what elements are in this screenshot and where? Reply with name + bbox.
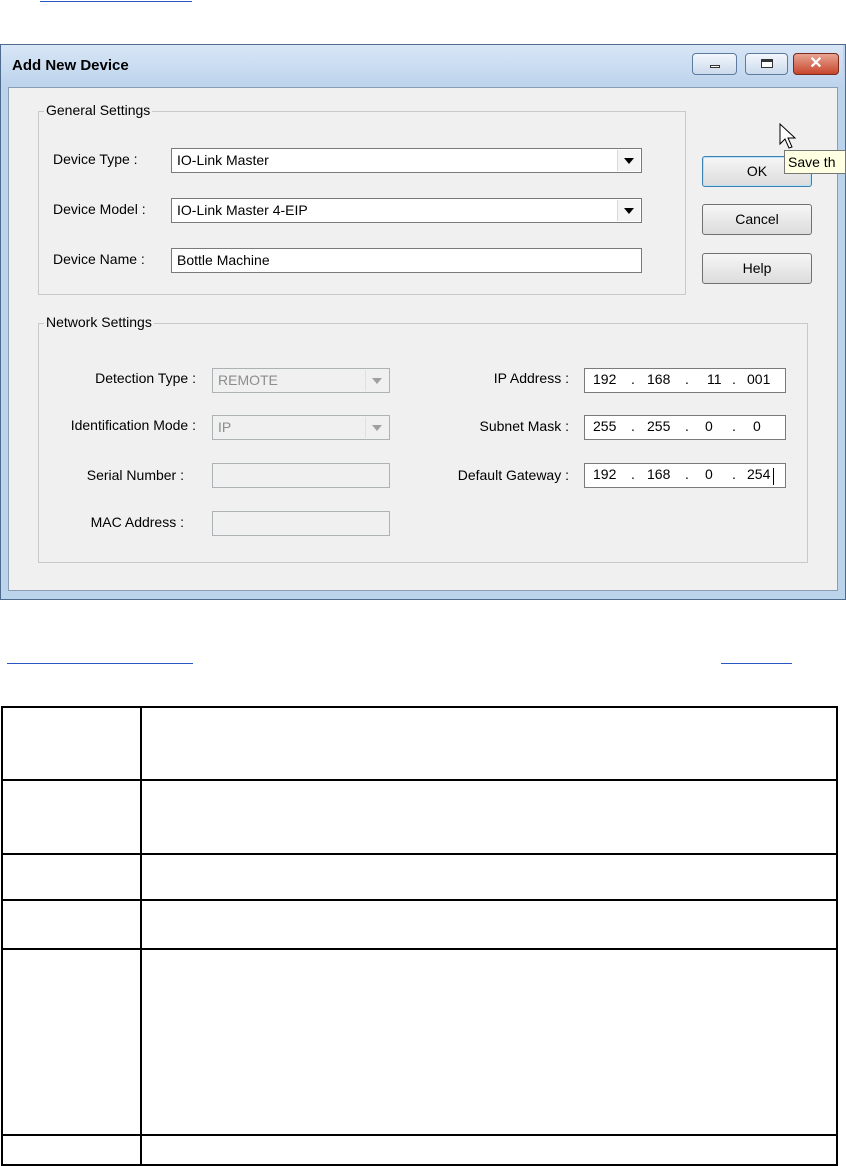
ip-octet: 192 (593, 371, 617, 387)
ip-dot: . (732, 371, 736, 387)
table-row (1, 779, 838, 855)
gateway-octet: 192 (593, 466, 617, 482)
table-cell (1, 706, 142, 781)
subnet-octet: 0 (753, 418, 761, 434)
device-name-value: Bottle Machine (177, 252, 270, 268)
device-type-label: Device Type : (53, 151, 138, 167)
device-name-label: Device Name : (53, 251, 145, 267)
ip-dot: . (685, 371, 689, 387)
gateway-dot: . (732, 466, 736, 482)
chevron-down-icon[interactable] (617, 200, 640, 221)
table-row (1, 706, 838, 781)
gateway-octet: 168 (647, 466, 671, 482)
close-button[interactable]: ✕ (793, 53, 839, 75)
device-model-label: Device Model : (53, 201, 146, 217)
ip-octet: 11 (707, 371, 722, 387)
window-title: Add New Device (12, 57, 129, 74)
ok-tooltip: Save th (784, 150, 846, 174)
detection-type-select: REMOTE (212, 368, 390, 393)
identification-mode-label: Identification Mode : (70, 417, 196, 433)
default-gateway-input[interactable]: 192 . 168 . 0 . 254 (584, 463, 786, 488)
table-cell (1, 948, 142, 1136)
text-caret (773, 468, 774, 485)
dialog-client-area: General Settings Device Type : IO-Link M… (8, 87, 838, 591)
serial-number-field (212, 463, 390, 488)
subnet-octet: 255 (647, 418, 671, 434)
subnet-dot: . (631, 418, 635, 434)
add-new-device-dialog: Add New Device ✕ General Settings Device… (0, 44, 846, 600)
subnet-octet: 0 (705, 418, 713, 434)
table-cell (140, 1134, 838, 1166)
table-row (1, 853, 838, 901)
help-button[interactable]: Help (702, 253, 812, 284)
gateway-octet: 254 (747, 466, 771, 482)
subnet-mask-input[interactable]: 255 . 255 . 0 . 0 (584, 415, 786, 440)
table-cell (140, 706, 838, 781)
gateway-dot: . (685, 466, 689, 482)
device-model-select[interactable]: IO-Link Master 4-EIP (171, 198, 642, 223)
gateway-octet: 0 (705, 466, 713, 482)
table-cell (140, 853, 838, 901)
table-row (1, 1134, 838, 1166)
detection-type-value: REMOTE (218, 372, 278, 388)
minimize-button[interactable] (692, 53, 737, 75)
table-row (1, 948, 838, 1136)
identification-mode-value: IP (218, 419, 232, 435)
mouse-pointer-icon (779, 123, 797, 149)
network-settings-legend: Network Settings (44, 314, 154, 330)
table-cell (1, 899, 142, 950)
identification-mode-select: IP (212, 415, 390, 440)
cancel-button[interactable]: Cancel (702, 204, 812, 235)
description-table (1, 706, 838, 1166)
chevron-down-icon[interactable] (617, 150, 640, 171)
ip-octet: 168 (647, 371, 671, 387)
subnet-dot: . (732, 418, 736, 434)
close-icon: ✕ (809, 55, 823, 72)
chevron-down-icon (365, 417, 388, 438)
general-settings-group: General Settings Device Type : IO-Link M… (38, 102, 686, 295)
doc-link-right[interactable] (721, 662, 792, 664)
table-cell (1, 853, 142, 901)
serial-number-label: Serial Number : (86, 467, 184, 483)
table-cell (140, 948, 838, 1136)
general-settings-legend: General Settings (44, 102, 153, 118)
chevron-down-icon (365, 370, 388, 391)
ip-address-input[interactable]: 192 . 168 . 11 . 001 (584, 368, 786, 393)
detection-type-label: Detection Type : (95, 370, 196, 386)
gateway-dot: . (631, 466, 635, 482)
subnet-dot: . (685, 418, 689, 434)
subnet-mask-label: Subnet Mask : (479, 418, 570, 434)
table-cell (140, 779, 838, 855)
device-name-input[interactable]: Bottle Machine (171, 248, 642, 273)
device-type-select[interactable]: IO-Link Master (171, 148, 642, 173)
minimize-icon (710, 65, 720, 68)
mac-address-label: MAC Address : (90, 514, 184, 530)
mac-address-field (212, 511, 390, 536)
ip-octet: 001 (747, 371, 771, 387)
maximize-icon (761, 59, 773, 68)
top-link[interactable] (40, 0, 192, 2)
device-model-value: IO-Link Master 4-EIP (177, 202, 308, 218)
table-cell (140, 899, 838, 950)
network-settings-group: Network Settings Detection Type : REMOTE… (38, 314, 808, 563)
doc-link-left[interactable] (7, 662, 193, 664)
table-cell (1, 779, 142, 855)
table-row (1, 899, 838, 950)
table-cell (1, 1134, 142, 1166)
subnet-octet: 255 (593, 418, 617, 434)
title-bar[interactable]: Add New Device ✕ (1, 45, 843, 87)
maximize-button[interactable] (745, 53, 788, 75)
ip-dot: . (631, 371, 635, 387)
device-type-value: IO-Link Master (177, 152, 269, 168)
ip-address-label: IP Address : (493, 370, 569, 386)
default-gateway-label: Default Gateway : (457, 467, 569, 483)
